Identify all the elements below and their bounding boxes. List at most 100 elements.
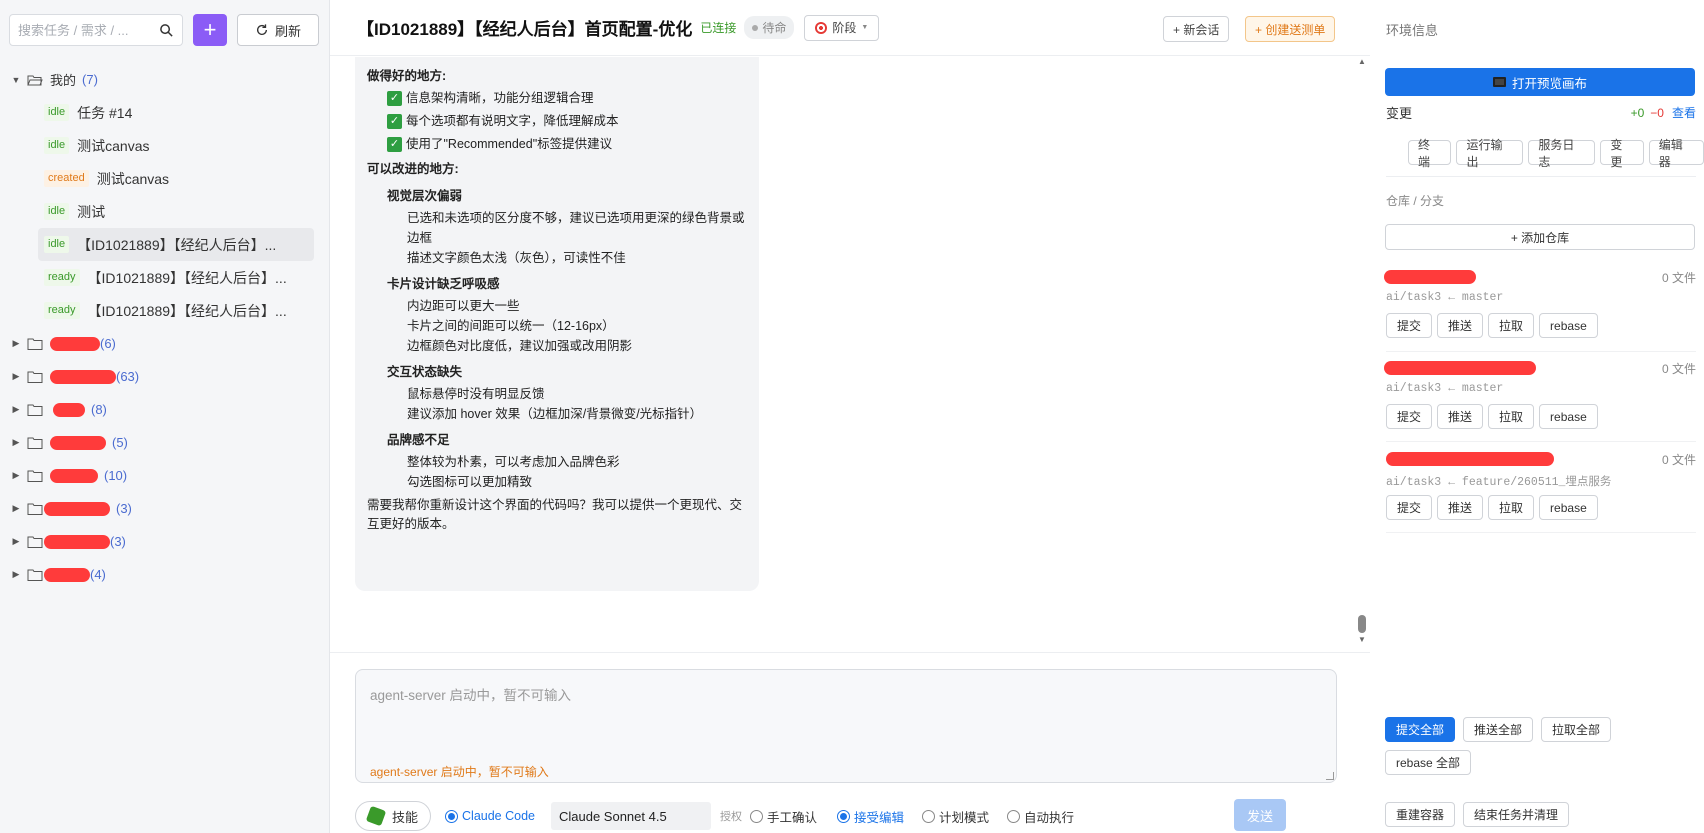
add-task-button[interactable]: +: [193, 14, 227, 46]
folder-group[interactable]: ▶ (4): [0, 558, 330, 591]
rebase-button[interactable]: rebase: [1539, 404, 1598, 429]
caret-right-icon[interactable]: ▶: [11, 536, 21, 547]
caret-down-icon[interactable]: ▼: [11, 75, 21, 85]
search-icon[interactable]: [159, 23, 174, 38]
folder-group[interactable]: ▶ (10): [0, 459, 330, 492]
caret-right-icon[interactable]: ▶: [11, 371, 21, 382]
mode-label: 手工确认: [766, 810, 817, 825]
tab-service-log[interactable]: 服务日志: [1528, 138, 1596, 169]
folder-group[interactable]: ▶ (3): [0, 525, 330, 558]
redacted-label: [50, 336, 100, 351]
rebase-all-button[interactable]: rebase 全部: [1385, 750, 1472, 775]
pull-all-button[interactable]: 拉取全部: [1541, 717, 1612, 742]
scroll-down-icon[interactable]: ▼: [1358, 635, 1366, 644]
pull-button[interactable]: 拉取: [1488, 313, 1535, 338]
redacted-repo-name: [1384, 270, 1476, 284]
tab-terminal[interactable]: 终端: [1408, 138, 1452, 169]
repo-card: 0 文件 ai/task3 ← master 提交 推送 拉取 rebase: [1384, 268, 1696, 338]
pull-button[interactable]: 拉取: [1488, 404, 1535, 429]
mode-radio-manual[interactable]: 手工确认: [749, 807, 817, 826]
redacted-label: [50, 369, 116, 384]
commit-button[interactable]: 提交: [1386, 313, 1433, 338]
mode-radio-auto[interactable]: 自动执行: [1007, 807, 1074, 826]
task-item[interactable]: created 测试canvas: [38, 162, 314, 195]
refresh-button[interactable]: 刷新: [237, 14, 319, 46]
check-item: ✓ 使用了"Recommended"标签提供建议: [367, 133, 747, 156]
radio-icon: [837, 809, 850, 823]
pending-badge: 待命: [744, 16, 795, 39]
tab-editor[interactable]: 编辑器: [1648, 138, 1704, 169]
target-icon: [815, 21, 828, 34]
task-item[interactable]: idle 测试: [38, 195, 314, 228]
push-all-button[interactable]: 推送全部: [1463, 717, 1534, 742]
agent-radio[interactable]: Claude Code: [445, 809, 535, 823]
folder-count: (63): [116, 369, 140, 384]
message-input[interactable]: [370, 684, 1310, 734]
caret-right-icon[interactable]: ▶: [11, 470, 21, 481]
folder-mine[interactable]: ▼ 我的 (7): [0, 63, 330, 96]
folder-count: (7): [82, 72, 98, 87]
divider: [1386, 441, 1696, 442]
folder-group[interactable]: ▶ (8): [0, 393, 330, 426]
bullet-text: 已选和未选项的区分度不够，建议已选项用更深的绿色背景或边框: [407, 211, 745, 245]
model-select[interactable]: Claude Sonnet 4.5: [550, 802, 711, 830]
caret-right-icon[interactable]: ▶: [11, 338, 21, 349]
caret-right-icon[interactable]: ▶: [11, 569, 21, 580]
search-input[interactable]: [18, 22, 153, 38]
skills-button[interactable]: 技能: [355, 801, 432, 831]
caret-right-icon[interactable]: ▶: [11, 437, 21, 448]
scroll-up-icon[interactable]: ▲: [1358, 57, 1366, 66]
tab-changes[interactable]: 变更: [1600, 138, 1644, 169]
commit-all-button[interactable]: 提交全部: [1385, 717, 1456, 742]
folder-label: 我的: [50, 73, 77, 88]
task-title: 【ID1021889】【经纪人后台】...: [87, 302, 287, 319]
rebuild-container-button[interactable]: 重建容器: [1385, 802, 1456, 827]
folder-open-icon: [27, 75, 43, 85]
push-button[interactable]: 推送: [1437, 404, 1484, 429]
folder-count: (3): [110, 534, 126, 549]
task-item-selected[interactable]: idle 【ID1021889】【经纪人后台】...: [38, 228, 314, 261]
subsection-heading: 品牌感不足: [387, 433, 450, 447]
commit-button[interactable]: 提交: [1386, 495, 1433, 520]
scroll-thumb[interactable]: [1358, 615, 1366, 633]
folder-group[interactable]: ▶ (6): [0, 327, 330, 360]
pull-button[interactable]: 拉取: [1488, 495, 1535, 520]
task-item[interactable]: idle 任务 #14: [38, 96, 314, 129]
mode-radio-accept-edit[interactable]: 接受编辑: [837, 807, 904, 826]
task-item[interactable]: idle 测试canvas: [38, 129, 314, 162]
status-dot-icon: [752, 24, 759, 31]
rebase-button[interactable]: rebase: [1539, 313, 1598, 338]
finish-task-button[interactable]: 结束任务并清理: [1463, 802, 1570, 827]
push-button[interactable]: 推送: [1437, 313, 1484, 338]
caret-right-icon[interactable]: ▶: [11, 503, 21, 514]
folder-group[interactable]: ▶ (3): [0, 492, 330, 525]
view-changes-link[interactable]: 查看: [1672, 104, 1696, 121]
search-box[interactable]: [9, 14, 183, 46]
task-item[interactable]: ready 【ID1021889】【经纪人后台】...: [38, 294, 314, 327]
message-composer[interactable]: agent-server 启动中，暂不可输入: [355, 669, 1337, 783]
folder-icon: [27, 404, 43, 416]
add-repo-button[interactable]: + 添加仓库: [1385, 224, 1695, 250]
task-item[interactable]: ready 【ID1021889】【经纪人后台】...: [38, 261, 314, 294]
folder-group[interactable]: ▶ (5): [0, 426, 330, 459]
folder-group[interactable]: ▶ (63): [0, 360, 330, 393]
task-tree: ▼ 我的 (7) idle 任务 #14 idle 测试canvas created…: [0, 63, 330, 591]
connection-status: 已连接: [700, 21, 737, 35]
stage-dropdown[interactable]: 阶段 ▼: [804, 14, 880, 41]
resize-handle[interactable]: [1326, 772, 1334, 780]
composer-toolbar: 技能 Claude Code Claude Sonnet 4.5 授权 手工确认…: [355, 799, 1337, 832]
folder-count: (10): [104, 468, 128, 483]
open-preview-button[interactable]: 打开预览画布: [1385, 68, 1695, 96]
mode-radio-plan[interactable]: 计划模式: [922, 807, 989, 826]
send-button[interactable]: 发送: [1234, 799, 1286, 831]
push-button[interactable]: 推送: [1437, 495, 1484, 520]
tab-run-output[interactable]: 运行输出: [1456, 138, 1524, 169]
caret-right-icon[interactable]: ▶: [11, 404, 21, 415]
create-test-order-button[interactable]: + 创建送测单: [1245, 16, 1336, 42]
message-list[interactable]: 做得好的地方: ✓ 信息架构清晰，功能分组逻辑合理 ✓ 每个选项都有说明文字，降低理…: [330, 57, 1370, 650]
commit-button[interactable]: 提交: [1386, 404, 1433, 429]
new-session-button[interactable]: + 新会话: [1163, 16, 1230, 42]
rebase-button[interactable]: rebase: [1539, 495, 1598, 520]
chat-scrollbar[interactable]: ▲ ▼: [1357, 57, 1367, 647]
final-actions: 重建容器 结束任务并清理: [1385, 802, 1570, 827]
